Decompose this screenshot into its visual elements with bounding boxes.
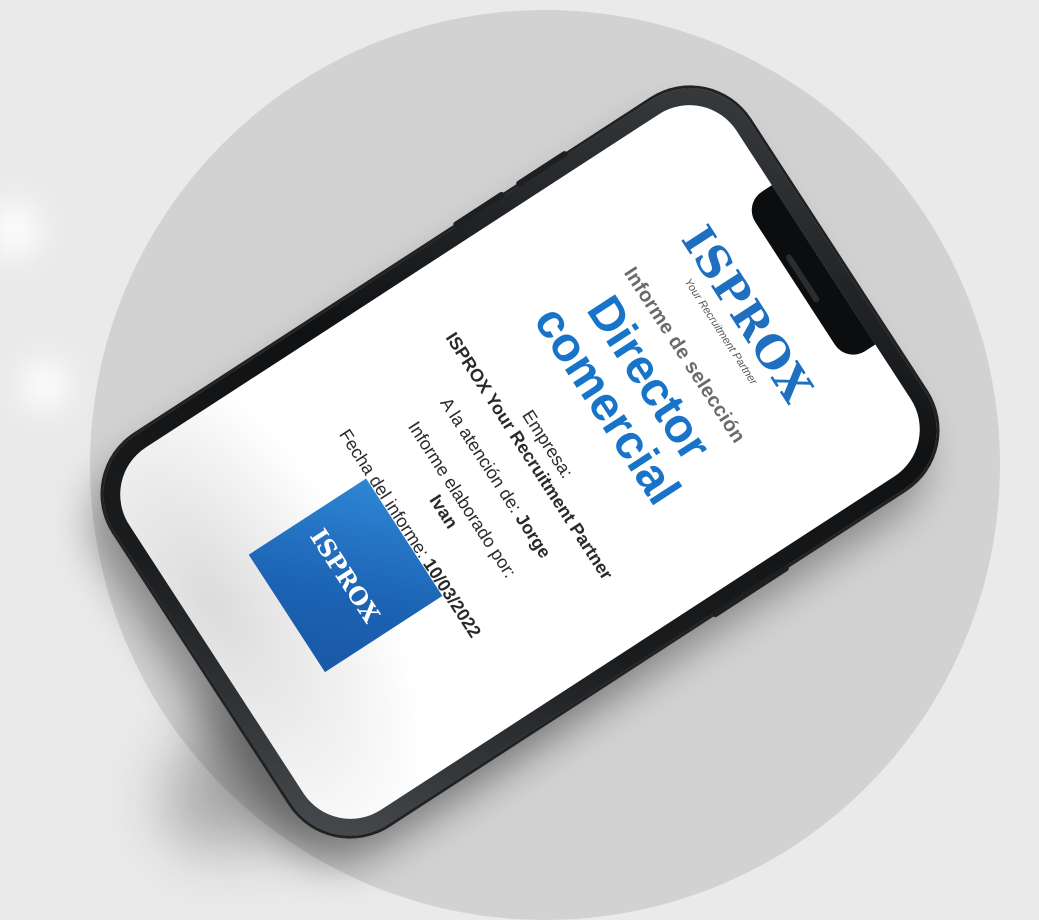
background-glow: [20, 360, 70, 410]
attention-value: Jorge: [511, 509, 556, 562]
badge-wordmark: ISPROX: [304, 523, 387, 628]
background-glow: [0, 200, 40, 260]
